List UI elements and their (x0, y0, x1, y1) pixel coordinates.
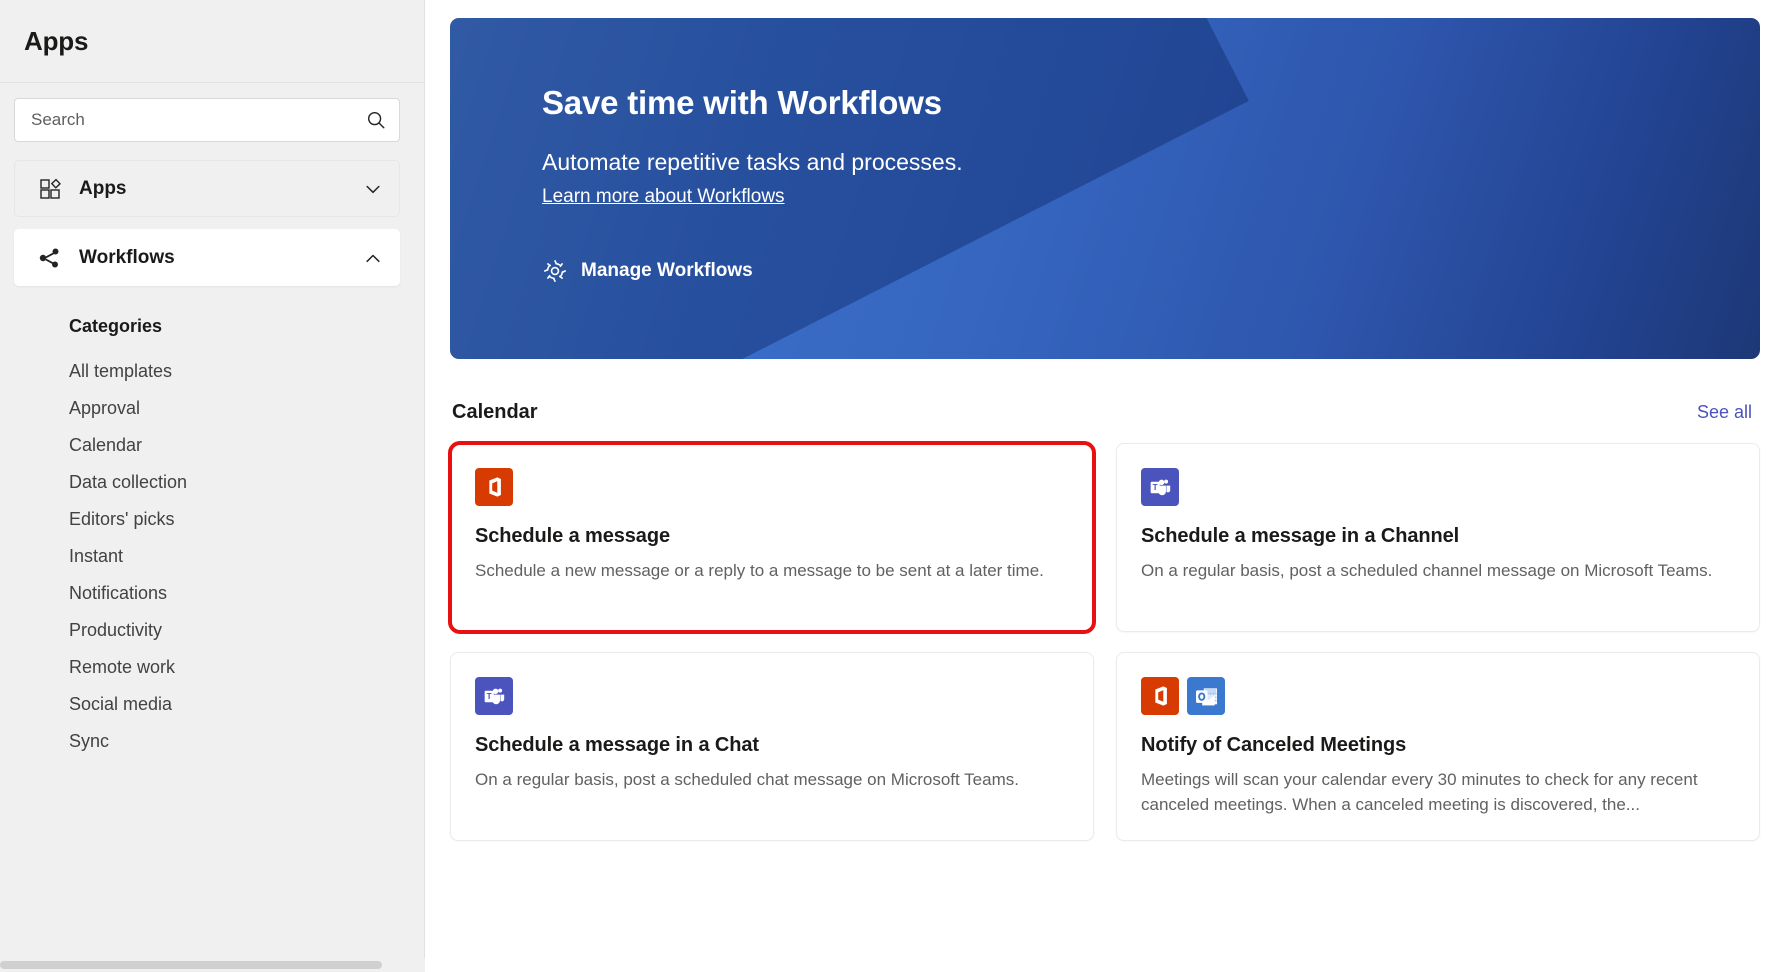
sidebar-item-data-collection[interactable]: Data collection (69, 464, 400, 501)
svg-text:T: T (1152, 483, 1157, 492)
sidebar-body: Apps Workflo (0, 83, 424, 972)
sidebar-item-notifications[interactable]: Notifications (69, 575, 400, 612)
sidebar-item-editors-picks[interactable]: Editors' picks (69, 501, 400, 538)
svg-text:T: T (486, 692, 491, 701)
section-title: Calendar (452, 401, 538, 424)
card-description: On a regular basis, post a scheduled cha… (475, 767, 1067, 792)
template-card-grid: Schedule a message Schedule a new messag… (450, 443, 1760, 841)
sidebar: Apps (0, 0, 425, 972)
template-card-notify-of-canceled-meetings[interactable]: Notify of Canceled Meetings Meetings wil… (1116, 652, 1760, 841)
gear-icon (542, 258, 568, 284)
chevron-up-icon[interactable] (363, 248, 383, 268)
categories-heading: Categories (69, 316, 400, 337)
sidebar-item-calendar[interactable]: Calendar (69, 427, 400, 464)
card-title: Schedule a message in a Chat (475, 734, 1067, 757)
card-icons (1141, 677, 1733, 715)
card-icons: T (475, 677, 1067, 715)
page-title: Apps (24, 26, 88, 57)
card-description: On a regular basis, post a scheduled cha… (1141, 558, 1733, 583)
card-icons: T (1141, 468, 1733, 506)
sidebar-item-approval[interactable]: Approval (69, 390, 400, 427)
outlook-icon (1187, 677, 1225, 715)
teams-icon: T (475, 677, 513, 715)
sidebar-item-productivity[interactable]: Productivity (69, 612, 400, 649)
sidebar-item-workflows-label: Workflows (79, 247, 363, 269)
office-icon (475, 468, 513, 506)
search-input[interactable] (31, 110, 365, 130)
card-title: Notify of Canceled Meetings (1141, 734, 1733, 757)
search-box[interactable] (14, 98, 400, 142)
sidebar-header: Apps (0, 0, 424, 83)
card-description: Schedule a new message or a reply to a m… (475, 558, 1067, 583)
sidebar-item-apps-label: Apps (79, 178, 363, 200)
sidebar-item-remote-work[interactable]: Remote work (69, 649, 400, 686)
sidebar-item-workflows[interactable]: Workflows (14, 229, 400, 286)
scrollbar-thumb[interactable] (0, 961, 382, 969)
teams-icon: T (1141, 468, 1179, 506)
card-title: Schedule a message in a Channel (1141, 525, 1733, 548)
sidebar-item-sync[interactable]: Sync (69, 723, 400, 760)
office-icon (1141, 677, 1179, 715)
workflows-hero-banner: Save time with Workflows Automate repeti… (450, 18, 1760, 359)
apps-page: Apps (0, 0, 1784, 972)
categories-section: Categories All templates Approval Calend… (14, 298, 400, 760)
template-card-schedule-a-message[interactable]: Schedule a message Schedule a new messag… (450, 443, 1094, 632)
search-icon[interactable] (365, 109, 387, 131)
sidebar-item-social-media[interactable]: Social media (69, 686, 400, 723)
sidebar-item-all-templates[interactable]: All templates (69, 353, 400, 390)
chevron-down-icon[interactable] (363, 179, 383, 199)
learn-more-link[interactable]: Learn more about Workflows (542, 186, 785, 208)
main-content: Save time with Workflows Automate repeti… (425, 0, 1784, 972)
card-description: Meetings will scan your calendar every 3… (1141, 767, 1733, 817)
apps-grid-icon (37, 176, 63, 202)
sidebar-item-instant[interactable]: Instant (69, 538, 400, 575)
section-header: Calendar See all (450, 401, 1760, 424)
hero-content: Save time with Workflows Automate repeti… (450, 18, 1760, 284)
hero-title: Save time with Workflows (542, 84, 1760, 122)
see-all-link[interactable]: See all (1697, 402, 1752, 423)
sidebar-horizontal-scrollbar[interactable] (0, 958, 425, 972)
card-title: Schedule a message (475, 525, 1067, 548)
sidebar-item-apps[interactable]: Apps (14, 160, 400, 217)
manage-workflows-button[interactable]: Manage Workflows (542, 258, 753, 284)
manage-workflows-label: Manage Workflows (581, 260, 753, 282)
hero-subtitle: Automate repetitive tasks and processes. (542, 149, 1760, 176)
workflows-nodes-icon (37, 245, 63, 271)
card-icons (475, 468, 1067, 506)
template-card-schedule-a-message-in-a-chat[interactable]: T Schedule a message in a Chat On a regu… (450, 652, 1094, 841)
template-card-schedule-a-message-in-a-channel[interactable]: T Schedule a message in a Channel On a r… (1116, 443, 1760, 632)
